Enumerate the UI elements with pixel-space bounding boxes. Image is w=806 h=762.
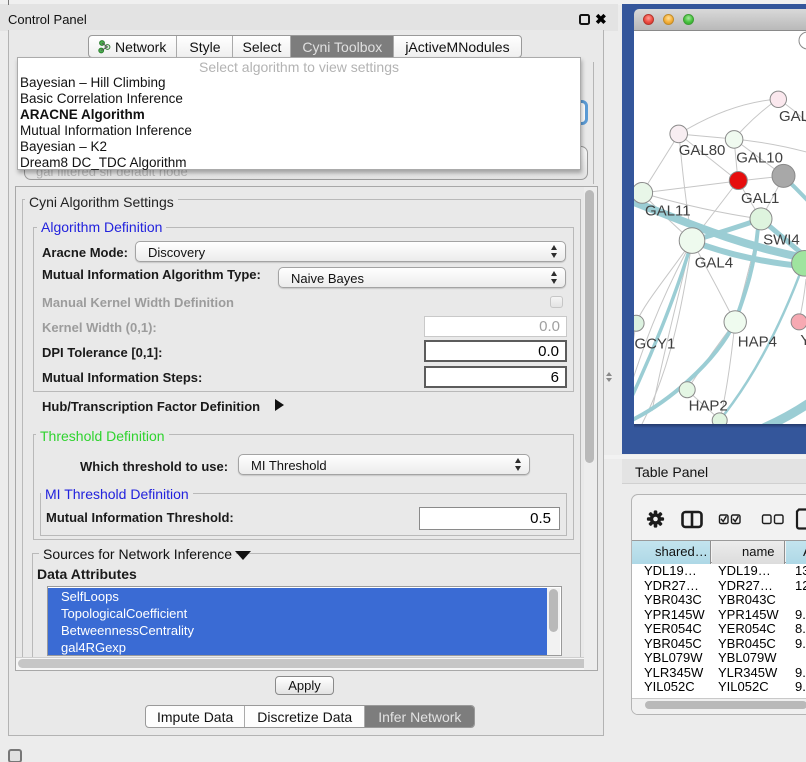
svg-text:GAL11: GAL11 [645,203,691,220]
svg-text:HAP2: HAP2 [689,398,728,415]
svg-text:SWI4: SWI4 [763,232,800,249]
svg-text:HAP4: HAP4 [738,334,777,351]
svg-text:GAL10: GAL10 [736,150,783,167]
svg-text:GAL4: GAL4 [695,255,733,272]
svg-text:GAL80: GAL80 [679,142,726,159]
svg-text:GCY1: GCY1 [635,336,676,353]
svg-text:GAL1: GAL1 [741,190,779,207]
svg-text:GAL: GAL [779,108,806,125]
svg-text:Y: Y [800,332,806,349]
